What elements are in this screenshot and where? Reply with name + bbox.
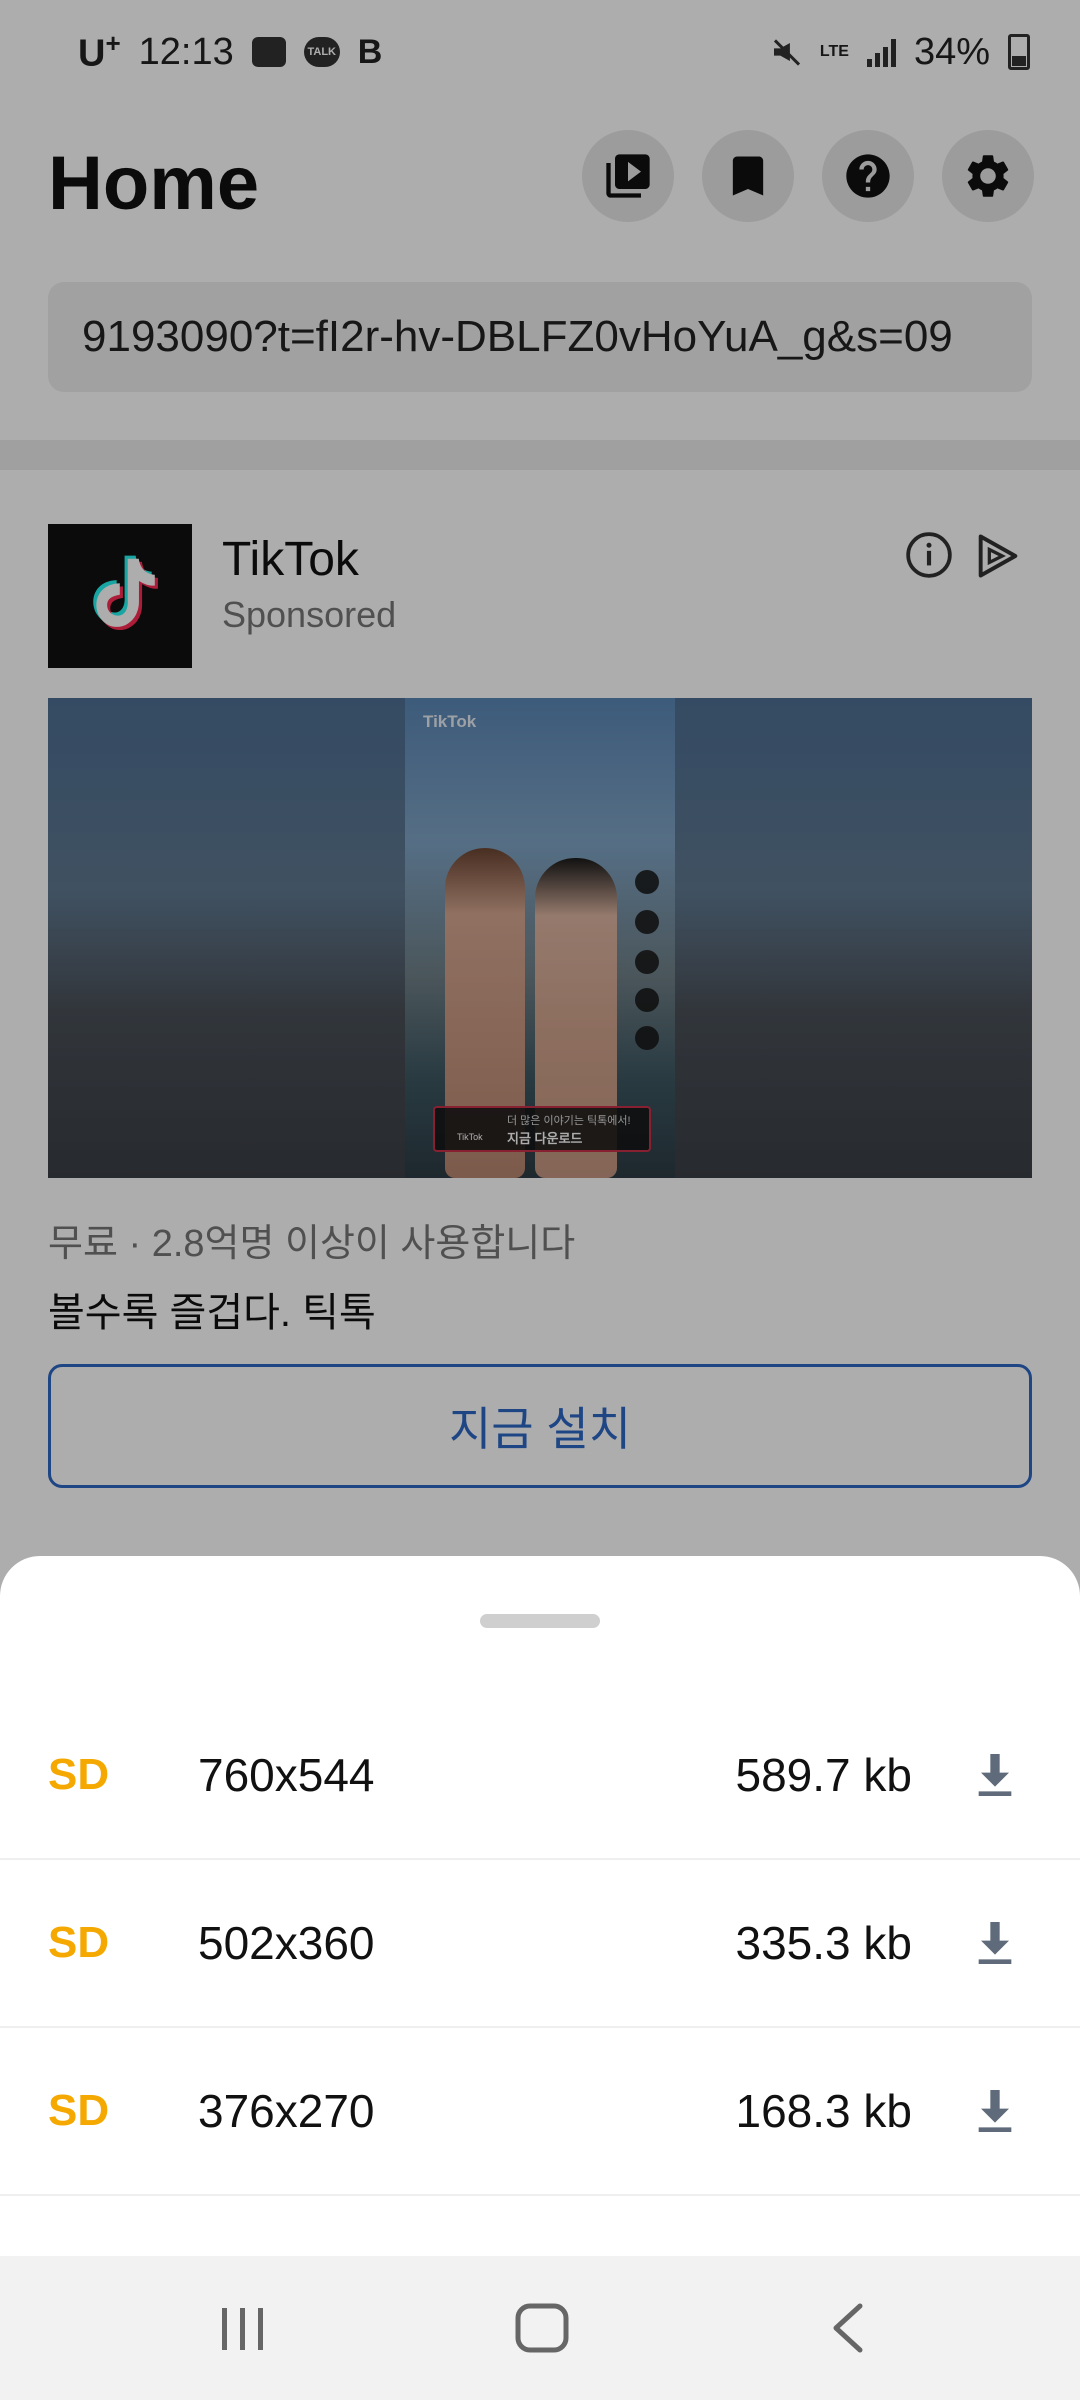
battery-percent: 34%	[913, 30, 990, 73]
ad-choices-icon[interactable]	[972, 530, 1024, 582]
video-music-icon	[635, 1026, 659, 1050]
ad-description: 볼수록 즐겁다. 틱톡	[48, 1291, 376, 1335]
download-button[interactable]	[960, 1740, 1030, 1810]
signal-icon	[866, 37, 896, 67]
video-download-banner: TikTok 더 많은 이야기는 틱톡에서! 지금 다운로드	[433, 1106, 651, 1152]
ad-sponsored-label: Sponsored	[222, 594, 397, 635]
app-header: Home	[0, 130, 1080, 240]
ad-advertiser-name: TikTok	[222, 533, 359, 586]
tiktok-logo	[48, 524, 192, 668]
resolution-label: 376x270	[198, 2085, 375, 2137]
file-size-label: 168.3 kb	[735, 2085, 912, 2137]
quality-badge: SD	[48, 1918, 110, 1967]
video-cta-subtitle: 더 많은 이야기는 틱톡에서!	[507, 1115, 631, 1127]
home-icon[interactable]	[510, 2300, 576, 2356]
resolution-label: 502x360	[198, 1917, 375, 1969]
status-left: U+ 12:13 TALK B	[78, 28, 382, 76]
download-option-row[interactable]: SD 376x270 168.3 kb	[0, 2028, 1080, 2196]
download-icon	[978, 1922, 1012, 1964]
video-like-icon	[635, 910, 659, 934]
install-button[interactable]: 지금 설치	[48, 1364, 1032, 1488]
sheet-drag-handle[interactable]	[480, 1614, 600, 1628]
ad-media[interactable]: TikTok TikTok 더 많은 이야기는 틱톡에서! 지금 다운로드	[48, 698, 1032, 1178]
ad-video-preview: TikTok TikTok 더 많은 이야기는 틱톡에서! 지금 다운로드	[405, 698, 675, 1178]
download-button[interactable]	[960, 2076, 1030, 2146]
quality-badge: SD	[48, 1750, 110, 1799]
bookmark-icon	[732, 156, 764, 196]
url-input[interactable]: 9193090?t=fI2r-hv-DBLFZ0vHoYuA_g&s=09	[48, 282, 1032, 392]
kakaotalk-notification-icon: TALK	[303, 37, 340, 67]
ad-meta-text: 무료 · 2.8억명 이상이 사용합니다	[48, 1223, 576, 1265]
status-right: LTE 34%	[768, 31, 1030, 74]
download-icon	[978, 2090, 1012, 2132]
bookmark-button[interactable]	[702, 130, 794, 222]
video-watermark: TikTok	[423, 712, 477, 731]
quality-badge: SD	[48, 2086, 110, 2135]
download-options-sheet: SD 760x544 589.7 kb SD 502x360 335.3 kb …	[0, 1556, 1080, 2256]
system-nav-bar	[0, 2256, 1080, 2400]
resolution-label: 760x544	[198, 1749, 375, 1801]
download-option-row[interactable]: SD 760x544 589.7 kb	[0, 1692, 1080, 1860]
video-comment-icon	[635, 950, 659, 974]
settings-button[interactable]	[942, 130, 1034, 222]
video-cta-brand: TikTok	[457, 1132, 483, 1142]
sponsored-ad-card[interactable]: TikTok Sponsored TikTok TikTok 더 많은 이야기는…	[0, 470, 1080, 1540]
file-size-label: 589.7 kb	[735, 1749, 912, 1801]
lte-indicator: LTE	[819, 43, 849, 60]
mute-icon	[768, 35, 802, 69]
page-title: Home	[48, 141, 260, 226]
gallery-notification-icon	[251, 37, 286, 67]
ad-info-icon[interactable]	[904, 530, 954, 580]
video-library-icon	[606, 154, 650, 198]
help-icon	[846, 154, 890, 198]
settings-icon	[967, 155, 1009, 197]
b-notification-icon: B	[357, 32, 383, 71]
status-time: 12:13	[138, 30, 234, 73]
back-icon[interactable]	[820, 2300, 880, 2356]
battery-icon	[1008, 34, 1030, 70]
carrier-label: U+	[78, 28, 121, 75]
section-divider	[0, 440, 1080, 470]
status-bar: U+ 12:13 TALK B LTE 34%	[0, 0, 1080, 104]
video-share-icon	[635, 988, 659, 1012]
help-button[interactable]	[822, 130, 914, 222]
download-option-row[interactable]: SD 502x360 335.3 kb	[0, 1860, 1080, 2028]
video-cta-title: 지금 다운로드	[507, 1131, 583, 1146]
file-size-label: 335.3 kb	[735, 1917, 912, 1969]
video-profile-icon	[635, 870, 659, 894]
video-library-button[interactable]	[582, 130, 674, 222]
recents-icon[interactable]	[208, 2304, 278, 2354]
download-icon	[978, 1754, 1012, 1796]
download-button[interactable]	[960, 1908, 1030, 1978]
